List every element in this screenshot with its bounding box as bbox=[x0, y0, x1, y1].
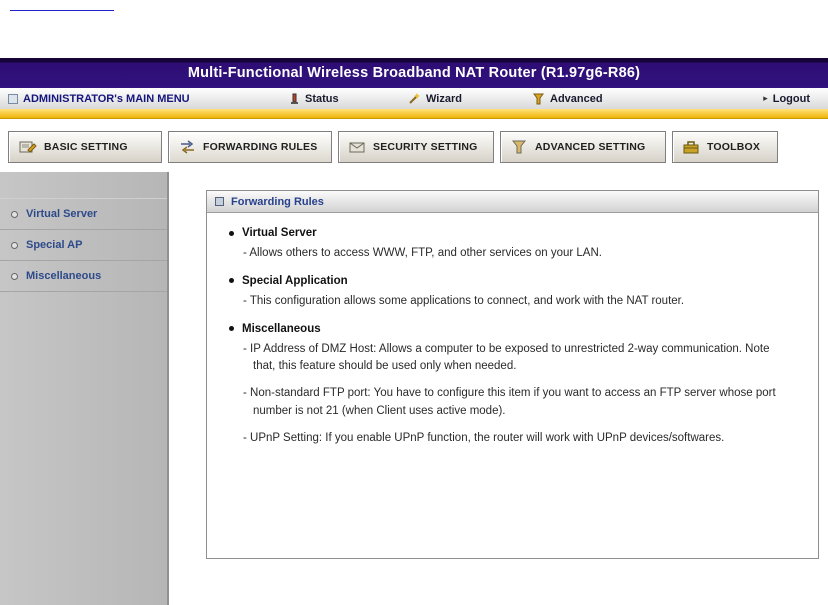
forwarding-rules-icon bbox=[179, 140, 196, 154]
section-virtual-server: Virtual Server - Allows others to access… bbox=[229, 227, 788, 263]
section-line: - This configuration allows some applica… bbox=[243, 294, 685, 307]
tab-forwarding-rules-label: FORWARDING RULES bbox=[203, 141, 318, 153]
bullet-icon bbox=[229, 326, 234, 332]
panel-body: Virtual Server - Allows others to access… bbox=[207, 213, 818, 470]
panel-title: Forwarding Rules bbox=[231, 195, 324, 208]
tab-forwarding-rules[interactable]: FORWARDING RULES bbox=[168, 131, 332, 163]
main-menu-bar: ADMINISTRATOR's MAIN MENU Status Wizard … bbox=[0, 88, 828, 110]
forwarding-rules-panel: Forwarding Rules Virtual Server - Allows… bbox=[206, 190, 819, 559]
admin-menu-text: ADMINISTRATOR's MAIN MENU bbox=[23, 92, 190, 105]
menu-item-status-label: Status bbox=[305, 92, 339, 105]
advanced-icon bbox=[532, 93, 545, 105]
advanced-setting-icon bbox=[511, 140, 528, 154]
menu-item-status[interactable]: Status bbox=[288, 88, 339, 109]
security-setting-icon bbox=[349, 140, 366, 154]
logout-button[interactable]: ▸ Logout bbox=[763, 88, 810, 109]
tab-advanced-setting-label: ADVANCED SETTING bbox=[535, 141, 646, 153]
top-link[interactable] bbox=[10, 2, 114, 11]
section-special-application: Special Application - This configuration… bbox=[229, 275, 788, 311]
sidebar-item-special-ap[interactable]: Special AP bbox=[0, 230, 167, 261]
panel-bullet-icon bbox=[215, 197, 224, 206]
section-lines: - IP Address of DMZ Host: Allows a compu… bbox=[243, 341, 788, 448]
section-heading: Virtual Server bbox=[229, 227, 788, 239]
section-lines: - Allows others to access WWW, FTP, and … bbox=[243, 245, 788, 263]
menu-item-wizard-label: Wizard bbox=[426, 92, 462, 105]
logout-label: Logout bbox=[772, 92, 810, 105]
menu-item-wizard[interactable]: Wizard bbox=[408, 88, 462, 109]
sidebar-item-label: Virtual Server bbox=[26, 208, 98, 220]
bullet-icon bbox=[11, 210, 18, 218]
basic-setting-icon bbox=[19, 140, 37, 154]
wizard-icon bbox=[408, 92, 421, 105]
toolbox-icon bbox=[683, 140, 700, 154]
menu-item-advanced-label: Advanced bbox=[550, 92, 603, 105]
section-line: - UPnP Setting: If you enable UPnP funct… bbox=[243, 431, 725, 444]
sidebar-item-miscellaneous[interactable]: Miscellaneous bbox=[0, 261, 167, 292]
section-heading-text: Miscellaneous bbox=[242, 322, 321, 335]
section-line: - IP Address of DMZ Host: Allows a compu… bbox=[243, 342, 770, 373]
bullet-icon bbox=[11, 241, 18, 249]
logout-arrow-icon: ▸ bbox=[763, 93, 768, 103]
tab-toolbox[interactable]: TOOLBOX bbox=[672, 131, 778, 163]
section-miscellaneous: Miscellaneous - IP Address of DMZ Host: … bbox=[229, 323, 788, 448]
menu-bullet-icon bbox=[8, 93, 18, 104]
tab-bar: BASIC SETTING FORWARDING RULES SECURITY … bbox=[8, 131, 778, 163]
status-icon bbox=[288, 93, 300, 105]
section-heading-text: Special Application bbox=[242, 274, 348, 287]
section-line: - Non-standard FTP port: You have to con… bbox=[243, 387, 776, 418]
tab-toolbox-label: TOOLBOX bbox=[707, 141, 761, 153]
sidebar-item-label: Miscellaneous bbox=[26, 270, 102, 282]
section-heading-text: Virtual Server bbox=[242, 227, 317, 239]
panel-header: Forwarding Rules bbox=[207, 191, 818, 213]
bullet-icon bbox=[229, 230, 234, 236]
menu-item-advanced[interactable]: Advanced bbox=[532, 88, 603, 109]
tab-basic-setting-label: BASIC SETTING bbox=[44, 141, 128, 153]
page-title: Multi-Functional Wireless Broadband NAT … bbox=[187, 65, 641, 81]
bullet-icon bbox=[11, 272, 18, 280]
tab-basic-setting[interactable]: BASIC SETTING bbox=[8, 131, 162, 163]
section-heading: Special Application bbox=[229, 275, 788, 287]
section-heading: Miscellaneous bbox=[229, 323, 788, 335]
titlebar: Multi-Functional Wireless Broadband NAT … bbox=[0, 58, 828, 88]
sidebar-item-label: Special AP bbox=[26, 239, 83, 251]
sidebar-item-virtual-server[interactable]: Virtual Server bbox=[0, 198, 167, 230]
section-line: - Allows others to access WWW, FTP, and … bbox=[243, 247, 602, 259]
sidebar: Virtual Server Special AP Miscellaneous bbox=[0, 172, 169, 605]
tab-security-setting-label: SECURITY SETTING bbox=[373, 141, 478, 153]
section-lines: - This configuration allows some applica… bbox=[243, 293, 788, 311]
admin-main-menu-label: ADMINISTRATOR's MAIN MENU bbox=[8, 88, 190, 109]
accent-stripe bbox=[0, 109, 828, 119]
bullet-icon bbox=[229, 278, 234, 284]
tab-security-setting[interactable]: SECURITY SETTING bbox=[338, 131, 494, 163]
tab-advanced-setting[interactable]: ADVANCED SETTING bbox=[500, 131, 666, 163]
